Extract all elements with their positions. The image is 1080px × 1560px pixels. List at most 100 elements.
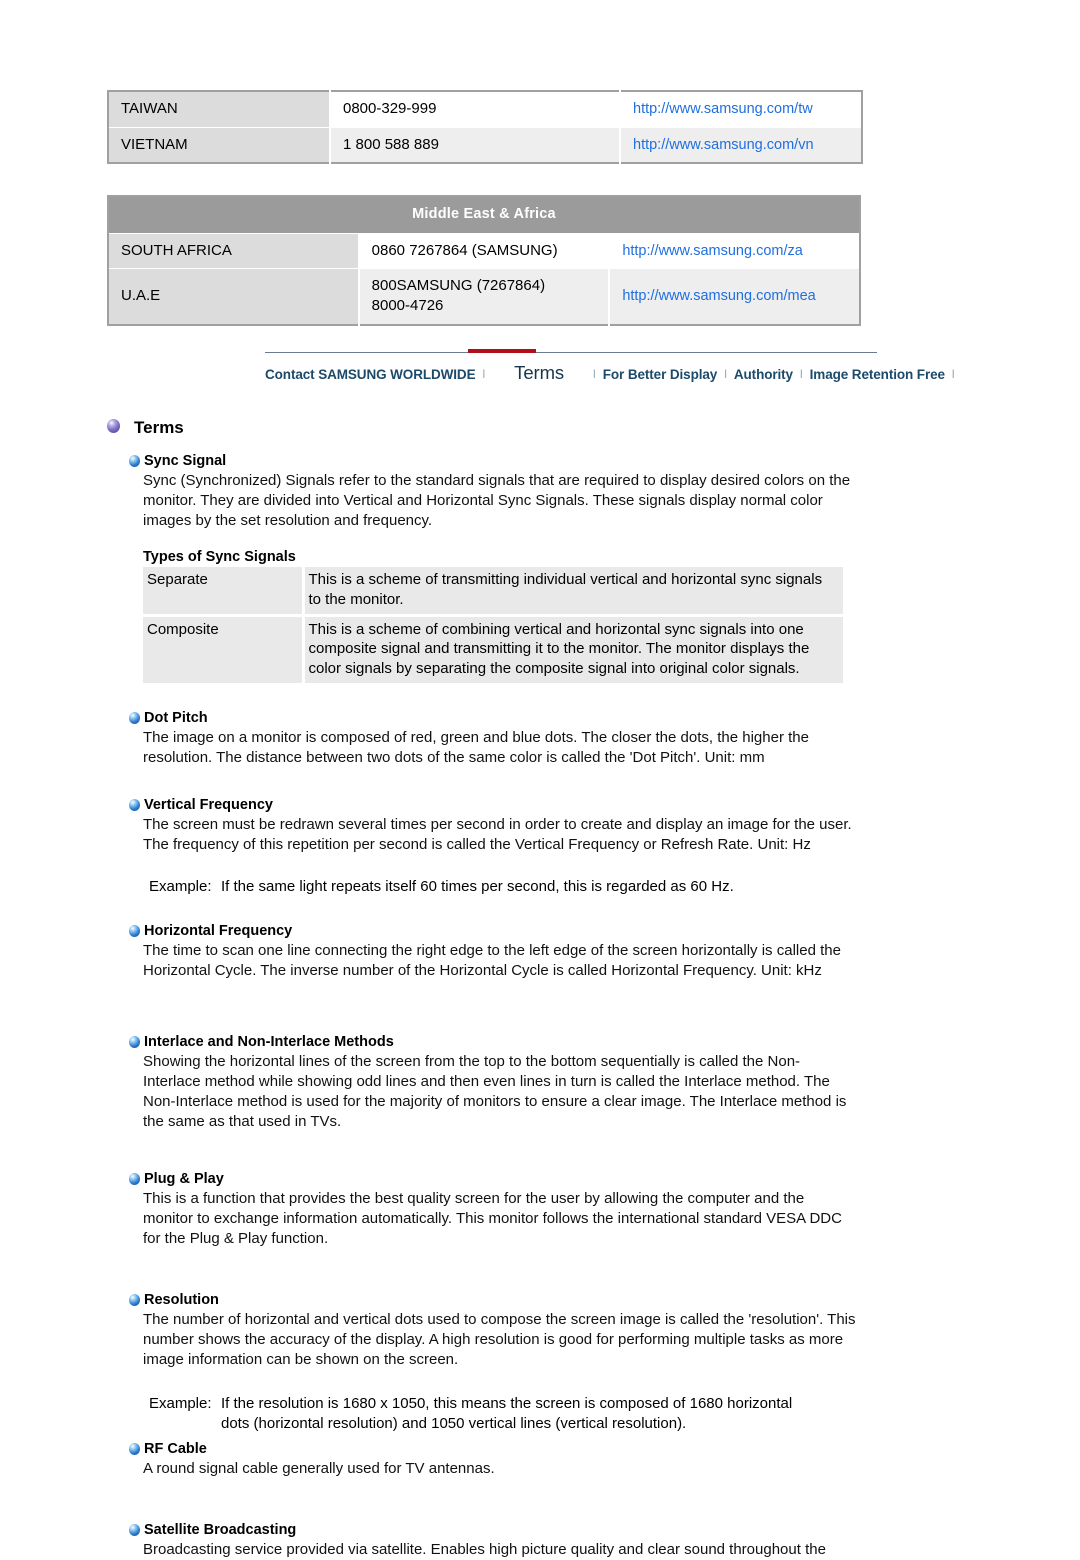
- tab-image-retention-free[interactable]: Image Retention Free: [810, 367, 945, 382]
- section-heading: Satellite Broadcasting: [129, 1521, 877, 1539]
- table-row: Separate This is a scheme of transmittin…: [143, 566, 843, 615]
- section-body: A round signal cable generally used for …: [143, 1460, 495, 1477]
- section-dot-pitch: Dot Pitch The image on a monitor is comp…: [107, 709, 877, 768]
- example-label: Example:: [149, 878, 212, 896]
- section-title: Vertical Frequency: [144, 797, 273, 814]
- blue-sphere-bullet-icon: [129, 1523, 140, 1536]
- website-link[interactable]: http://www.samsung.com/za: [622, 243, 803, 259]
- table-row: Composite This is a scheme of combining …: [143, 613, 843, 684]
- tab-authority[interactable]: Authority: [734, 367, 793, 382]
- phone-cell: 0860 7267864 (SAMSUNG): [357, 232, 610, 269]
- sync-signal-types-table: Separate This is a scheme of transmittin…: [143, 566, 843, 684]
- section-sync-signal: Sync Signal Sync (Synchronized) Signals …: [107, 452, 877, 684]
- tab-contact-samsung-worldwide[interactable]: Contact SAMSUNG WORLDWIDE: [265, 367, 476, 382]
- example-label: Example:: [149, 1395, 212, 1412]
- blue-sphere-bullet-icon: [129, 925, 140, 938]
- section-body: Broadcasting service provided via satell…: [143, 1541, 826, 1559]
- section-title: Sync Signal: [144, 452, 227, 469]
- section-title: Resolution: [144, 1292, 219, 1309]
- sync-type-name: Separate: [143, 566, 305, 615]
- contact-table-asia: TAIWAN 0800-329-999 http://www.samsung.c…: [107, 90, 863, 165]
- nav-separator: l: [799, 367, 803, 381]
- section-body: The number of horizontal and vertical do…: [143, 1311, 856, 1369]
- blue-sphere-bullet-icon: [129, 1036, 140, 1049]
- subsection-title: Types of Sync Signals: [143, 548, 296, 565]
- sync-type-description: This is a scheme of transmitting individ…: [303, 566, 843, 615]
- page-title-row: Terms: [107, 415, 877, 438]
- blue-sphere-bullet-icon: [129, 712, 140, 725]
- blue-sphere-bullet-icon: [129, 1294, 140, 1307]
- document-page: TAIWAN 0800-329-999 http://www.samsung.c…: [0, 0, 1080, 1558]
- section-satellite-broadcasting: Satellite Broadcasting Broadcasting serv…: [107, 1521, 877, 1560]
- website-link[interactable]: http://www.samsung.com/vn: [633, 137, 814, 153]
- section-title: Horizontal Frequency: [144, 923, 293, 940]
- section-body: This is a function that provides the bes…: [143, 1190, 842, 1248]
- section-title: RF Cable: [144, 1440, 207, 1457]
- website-link[interactable]: http://www.samsung.com/tw: [633, 101, 813, 117]
- website-link[interactable]: http://www.samsung.com/mea: [622, 288, 815, 304]
- country-cell: SOUTH AFRICA: [108, 232, 359, 269]
- section-heading: Horizontal Frequency: [129, 922, 877, 940]
- phone-line-2: 8000-4726: [371, 297, 444, 315]
- contact-table-middle-east-africa: Middle East & Africa SOUTH AFRICA 0860 7…: [107, 195, 861, 326]
- phone-cell: 800SAMSUNG (7267864) 8000-4726: [357, 268, 610, 325]
- blue-sphere-bullet-icon: [129, 1173, 140, 1186]
- country-cell: U.A.E: [108, 268, 359, 325]
- nav-rule: [265, 349, 877, 353]
- table-row: VIETNAM 1 800 588 889 http://www.samsung…: [108, 126, 862, 164]
- section-horizontal-frequency: Horizontal Frequency The time to scan on…: [107, 922, 877, 981]
- section-body: Sync (Synchronized) Signals refer to the…: [143, 471, 851, 529]
- website-cell: http://www.samsung.com/vn: [619, 126, 862, 164]
- example-text: If the same light repeats itself 60 time…: [221, 878, 734, 896]
- section-plug-and-play: Plug & Play This is a function that prov…: [107, 1170, 877, 1249]
- section-interlace-methods: Interlace and Non-Interlace Methods Show…: [107, 1033, 877, 1132]
- section-body: The time to scan one line connecting the…: [143, 942, 841, 980]
- section-rf-cable: RF Cable A round signal cable generally …: [107, 1440, 877, 1479]
- section-heading: Vertical Frequency: [129, 796, 877, 814]
- phone-cell: 1 800 588 889: [329, 126, 620, 164]
- region-header-row: Middle East & Africa: [108, 196, 860, 234]
- section-nav: Contact SAMSUNG WORLDWIDE l Terms l For …: [265, 349, 955, 384]
- table-row: U.A.E 800SAMSUNG (7267864) 8000-4726 htt…: [108, 268, 860, 325]
- section-heading: Dot Pitch: [129, 709, 877, 727]
- section-body: The image on a monitor is composed of re…: [143, 729, 809, 767]
- section-vertical-frequency: Vertical Frequency The screen must be re…: [107, 796, 877, 897]
- terms-content: Terms Sync Signal Sync (Synchronized) Si…: [107, 415, 877, 1560]
- section-heading: Resolution: [129, 1291, 877, 1309]
- table-row: TAIWAN 0800-329-999 http://www.samsung.c…: [108, 91, 862, 128]
- blue-sphere-bullet-icon: [129, 454, 140, 467]
- table-row: SOUTH AFRICA 0860 7267864 (SAMSUNG) http…: [108, 232, 860, 269]
- tab-for-better-display[interactable]: For Better Display: [603, 367, 718, 382]
- website-cell: http://www.samsung.com/mea: [608, 268, 860, 325]
- section-resolution: Resolution The number of horizontal and …: [107, 1291, 877, 1434]
- nav-separator: l: [482, 367, 486, 381]
- nav-separator: l: [724, 367, 727, 381]
- purple-sphere-bullet-icon: [107, 419, 120, 433]
- section-title: Plug & Play: [144, 1171, 224, 1188]
- section-heading: RF Cable: [129, 1440, 877, 1458]
- country-cell: TAIWAN: [108, 91, 330, 128]
- section-heading: Sync Signal: [129, 452, 877, 470]
- tab-terms[interactable]: Terms: [492, 362, 586, 384]
- nav-separator: l: [593, 367, 596, 381]
- section-title: Dot Pitch: [144, 710, 208, 727]
- sync-type-name: Composite: [143, 613, 305, 684]
- nav-item-list: Contact SAMSUNG WORLDWIDE l Terms l For …: [265, 353, 955, 384]
- country-cell: VIETNAM: [108, 126, 330, 164]
- section-heading: Interlace and Non-Interlace Methods: [129, 1033, 877, 1051]
- website-cell: http://www.samsung.com/tw: [619, 91, 862, 128]
- example-block: Example: If the resolution is 1680 x 105…: [143, 1394, 823, 1434]
- page-title: Terms: [134, 418, 184, 437]
- blue-sphere-bullet-icon: [129, 799, 140, 812]
- example-block: Example: If the same light repeats itsel…: [143, 877, 877, 897]
- section-heading: Plug & Play: [129, 1170, 877, 1188]
- region-header-label: Middle East & Africa: [108, 196, 860, 234]
- section-title: Interlace and Non-Interlace Methods: [144, 1034, 394, 1051]
- nav-separator: l: [951, 367, 955, 381]
- section-body: Showing the horizontal lines of the scre…: [143, 1053, 847, 1131]
- website-cell: http://www.samsung.com/za: [608, 232, 860, 269]
- example-text: If the resolution is 1680 x 1050, this m…: [221, 1395, 793, 1432]
- section-body: The screen must be redrawn several times…: [143, 816, 852, 854]
- section-title: Satellite Broadcasting: [144, 1521, 297, 1538]
- phone-line-1: 800SAMSUNG (7267864): [371, 277, 546, 295]
